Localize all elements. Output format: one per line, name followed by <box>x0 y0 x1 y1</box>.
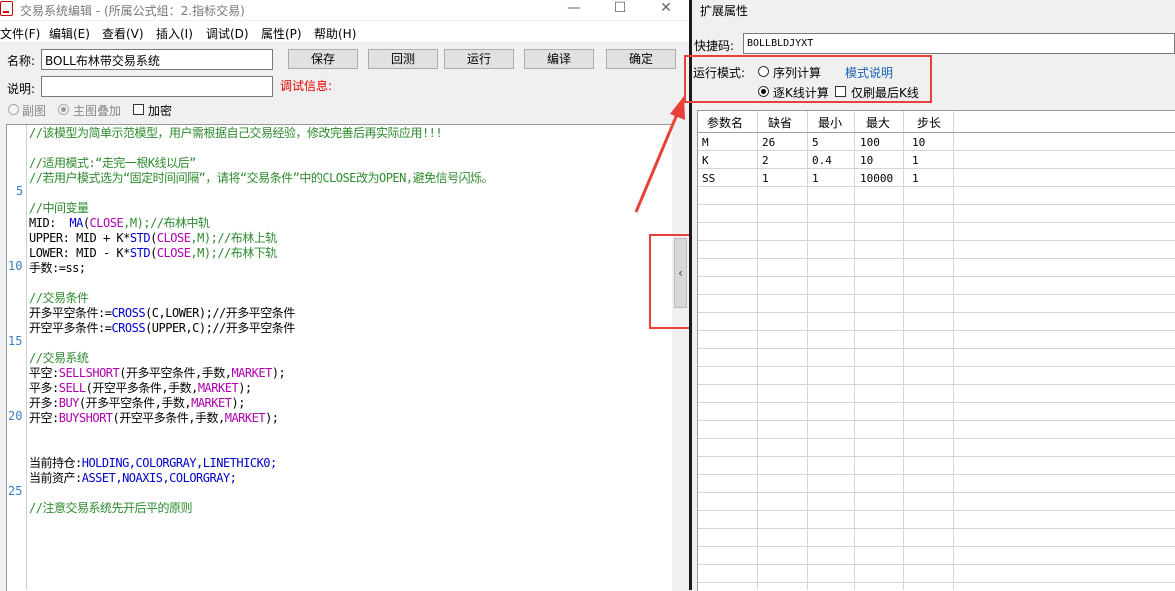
annotation-arrow <box>634 96 685 213</box>
annotation-arrow-head <box>670 96 685 120</box>
annotation-arrow-shaft <box>634 111 680 213</box>
